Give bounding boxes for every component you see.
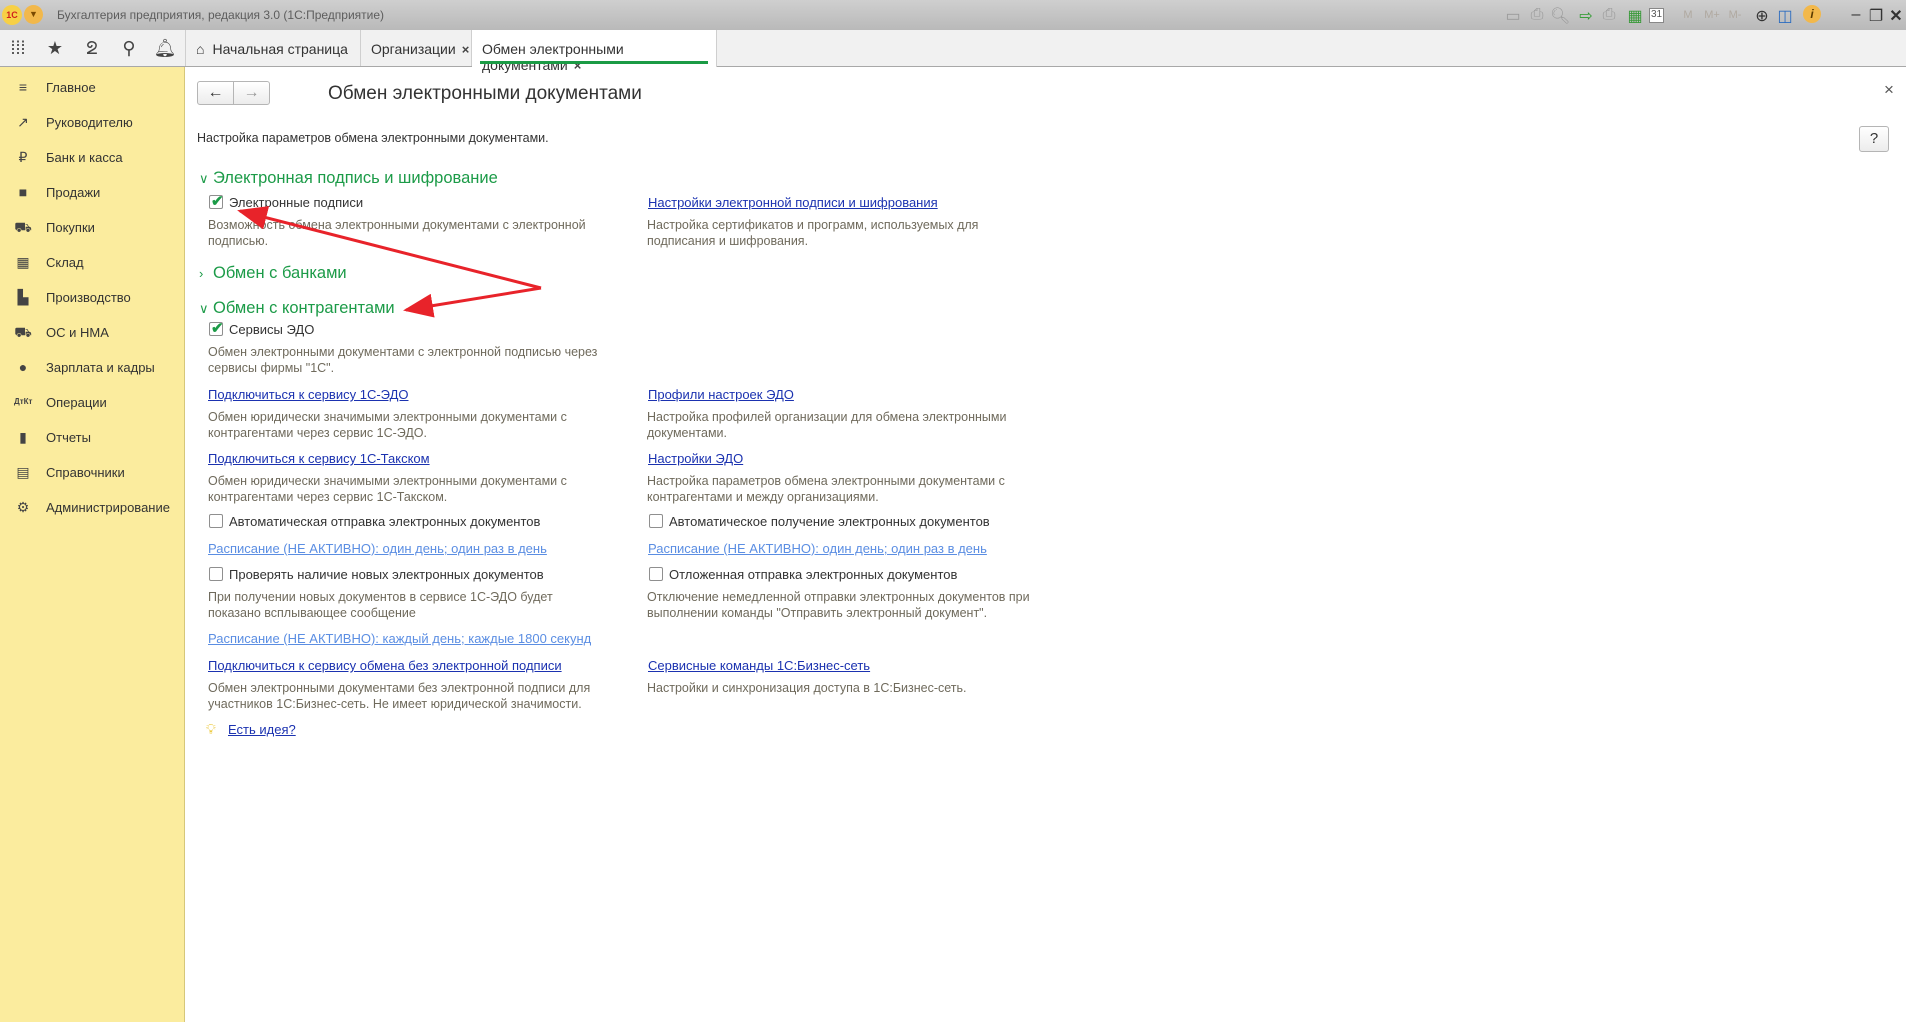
annotation-arrow-counterparty [403,286,542,318]
annotation-arrow-signature [237,206,542,290]
annotation-arrows [237,206,542,318]
